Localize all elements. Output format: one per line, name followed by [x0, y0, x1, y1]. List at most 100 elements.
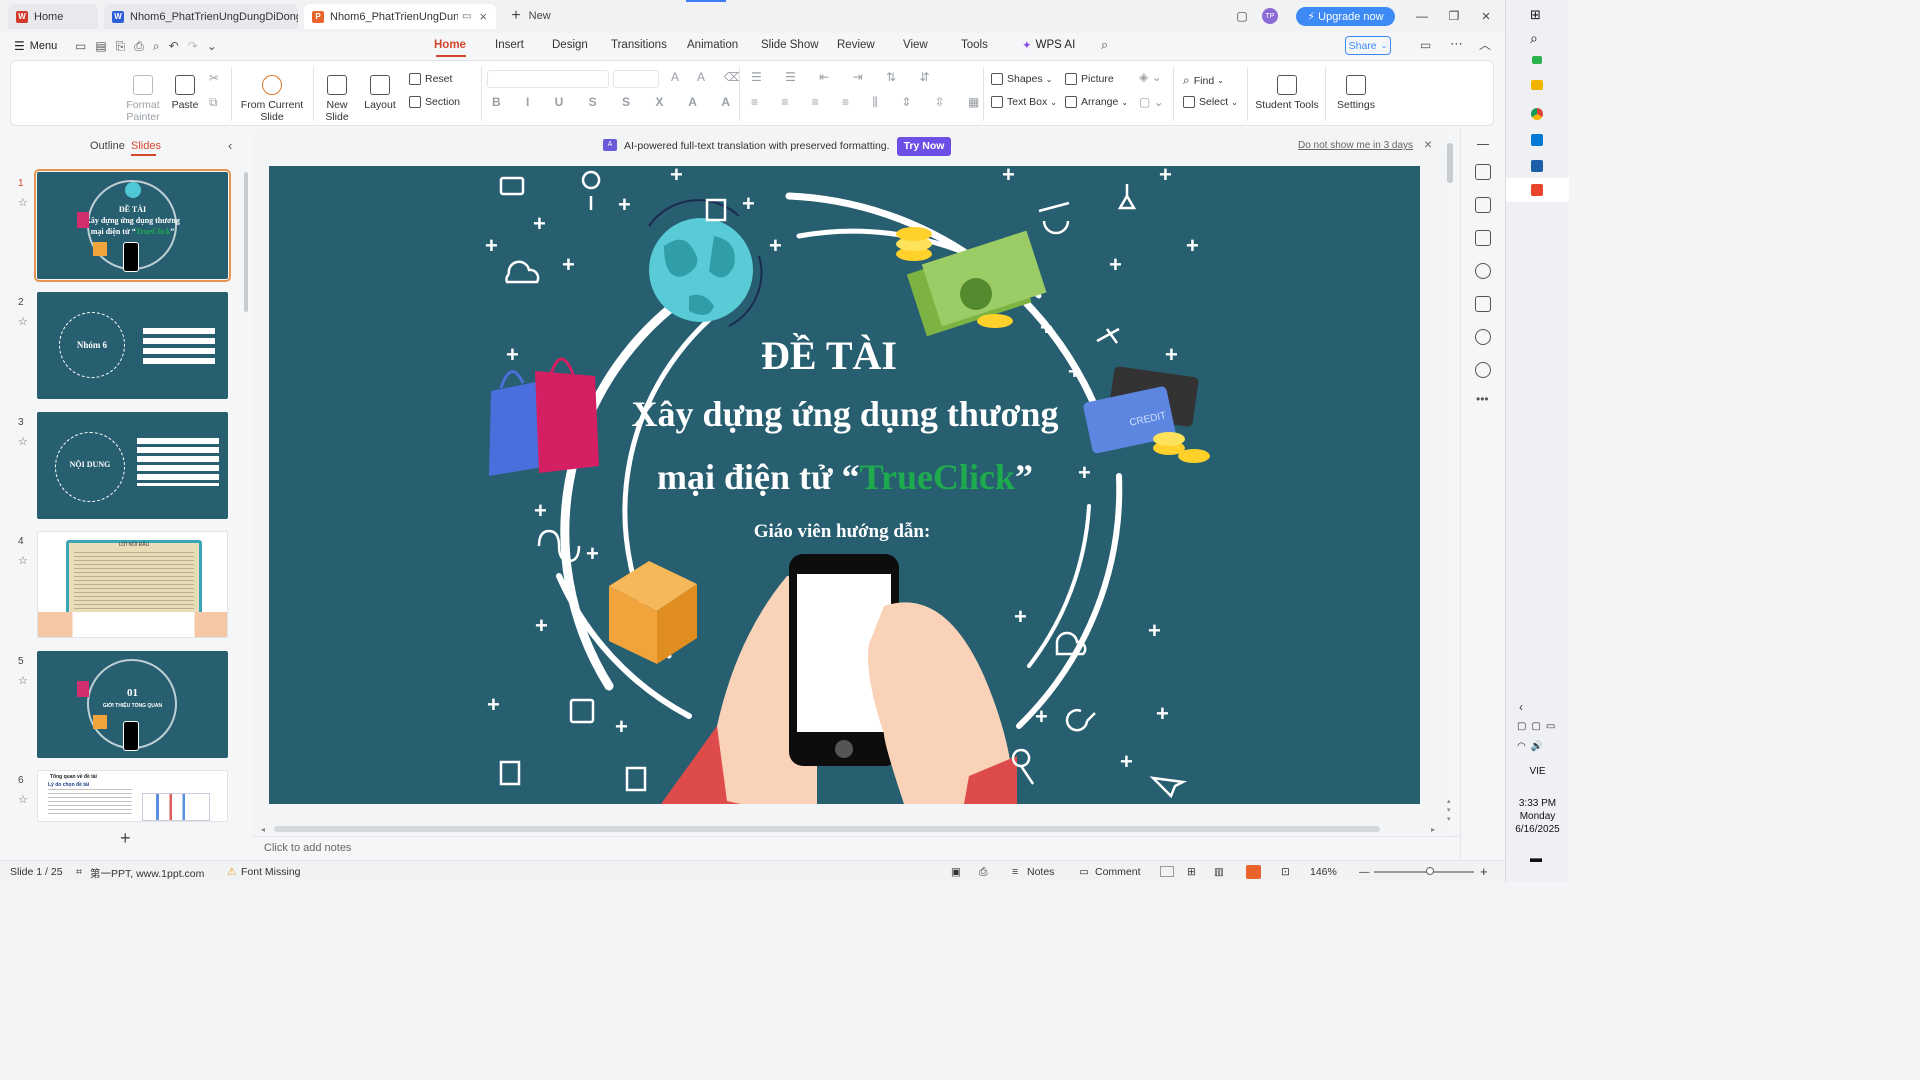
slide-subtitle-line1[interactable]: Xây dựng ứng dụng thương	[569, 392, 1121, 436]
star-icon[interactable]: ☆	[18, 554, 28, 567]
collapse-sidebar-icon[interactable]	[1477, 144, 1489, 145]
star-icon[interactable]: ☆	[18, 793, 28, 806]
reading-view-icon[interactable]: ▥	[1214, 866, 1224, 878]
tab-view[interactable]: View	[903, 39, 928, 51]
tray-icons-top[interactable]: ▢▢▭	[1517, 721, 1560, 732]
redo-icon[interactable]: ↷	[188, 39, 207, 53]
theme-name[interactable]: 第一PPT, www.1ppt.com	[90, 866, 204, 881]
app-icon-green[interactable]	[1532, 56, 1542, 64]
print-icon[interactable]: ⎙	[134, 39, 153, 53]
normal-view-icon[interactable]	[1160, 866, 1174, 877]
panel-scrollbar[interactable]	[244, 172, 248, 312]
format-painter-button[interactable]: Format Painter	[123, 75, 163, 123]
paste-button[interactable]: Paste	[167, 75, 203, 111]
undo-icon[interactable]: ↶	[169, 39, 188, 53]
tab-review[interactable]: Review	[837, 39, 875, 51]
fit-icon[interactable]: ▣	[951, 866, 961, 878]
try-now-button[interactable]: Try Now	[897, 137, 951, 156]
slide-thumbnail-2[interactable]: Nhóm 6	[37, 292, 228, 399]
collapse-ribbon-icon[interactable]: ︿	[1479, 36, 1491, 53]
font-missing-button[interactable]: Font Missing	[241, 866, 301, 878]
tab-tools[interactable]: Tools	[961, 39, 988, 51]
quick-access-toolbar[interactable]: ▭▤⎘⎙⌕↶↷⌄	[75, 39, 226, 54]
zoom-slider-thumb[interactable]	[1426, 867, 1434, 875]
favorites-star-icon[interactable]	[1475, 263, 1491, 279]
tab-animation[interactable]: Animation	[687, 39, 738, 51]
current-slide[interactable]: CREDIT + + + + + + + + + + + + + + + + +…	[269, 166, 1420, 804]
collapse-panel-icon[interactable]: ‹	[228, 138, 232, 153]
star-icon[interactable]: ☆	[18, 196, 28, 209]
adjust-icon[interactable]	[1475, 296, 1491, 312]
font-style-controls[interactable]: B I U S S X A A	[492, 95, 741, 109]
zoom-in-icon[interactable]: +	[1480, 864, 1488, 879]
arrange-button[interactable]: Arrange ⌄	[1065, 96, 1128, 108]
new-tab-button[interactable]: + New	[506, 6, 556, 26]
slide-thumbnail-4[interactable]: LỜI NÓI ĐẦU	[37, 531, 228, 638]
star-icon[interactable]: ☆	[18, 435, 28, 448]
scroll-left-icon[interactable]: ◂	[261, 825, 265, 834]
slide-thumbnail-5[interactable]: 01 GIỚI THIỆU TỔNG QUAN	[37, 651, 228, 758]
search-icon[interactable]: ⌕	[1530, 30, 1538, 47]
add-slide-button[interactable]: +	[120, 828, 131, 849]
tab-home[interactable]: Home	[434, 39, 466, 51]
zoom-out-icon[interactable]: —	[1359, 866, 1370, 878]
export-icon[interactable]: ⎘	[116, 39, 135, 53]
restore-button[interactable]: ❐	[1447, 6, 1461, 26]
chevron-left-icon[interactable]: ‹	[1519, 700, 1523, 714]
new-slide-button[interactable]: New Slide	[321, 75, 353, 123]
horizontal-scrollbar[interactable]	[274, 826, 1380, 832]
slide-thumbnail-1[interactable]: ĐỀ TÀI Xây dựng ứng dụng thương mại điện…	[34, 169, 231, 282]
windows-start-icon[interactable]: ⊞	[1530, 7, 1541, 23]
share-button[interactable]: Share ⌄	[1345, 36, 1391, 55]
slide-title[interactable]: ĐỀ TÀI	[569, 334, 1089, 378]
network-volume-icons[interactable]: ◠🔊	[1517, 741, 1548, 752]
file-explorer-icon[interactable]	[1531, 80, 1543, 90]
slide-thumbnail-6[interactable]: Tổng quan về đề tài Lý do chọn đề tài	[37, 770, 228, 822]
more-icon[interactable]: •••	[1476, 392, 1489, 406]
shapes-button[interactable]: Shapes ⌄	[991, 73, 1052, 85]
wps-taskbar-icon[interactable]	[1531, 184, 1543, 196]
monitor-icon[interactable]: ▭	[462, 11, 471, 22]
close-tab-icon[interactable]: ×	[479, 9, 487, 24]
fill-color-icon[interactable]: ◈ ⌄	[1139, 70, 1162, 84]
upgrade-button[interactable]: ⚡ Upgrade now	[1296, 7, 1395, 26]
star-icon[interactable]: ☆	[18, 315, 28, 328]
help-icon[interactable]	[1475, 362, 1491, 378]
comment-panel-icon[interactable]: ▭	[1420, 38, 1431, 52]
select-button[interactable]: Select ⌄	[1183, 96, 1238, 108]
close-window-button[interactable]: ×	[1479, 6, 1493, 26]
history-icon[interactable]	[1475, 329, 1491, 345]
open-icon[interactable]: ▭	[75, 39, 95, 53]
magic-tools-icon[interactable]	[1475, 164, 1491, 180]
avatar[interactable]: TP	[1262, 8, 1278, 24]
find-button[interactable]: ⌕ Find ⌄	[1183, 73, 1224, 88]
layout-button[interactable]: Layout	[360, 75, 400, 111]
search-icon[interactable]: ⌕	[1101, 37, 1108, 53]
minimize-button[interactable]: —	[1415, 6, 1429, 26]
outline-color-icon[interactable]: ▢ ⌄	[1139, 95, 1164, 109]
star-icon[interactable]: ☆	[18, 674, 28, 687]
save-icon[interactable]: ▤	[95, 39, 115, 53]
teacher-label[interactable]: Giáo viên hướng dẫn:	[669, 521, 1015, 543]
clock[interactable]: 3:33 PM Monday 6/16/2025	[1506, 797, 1569, 836]
design-icon[interactable]	[1475, 197, 1491, 213]
from-current-slide-button[interactable]: From Current Slide	[239, 75, 305, 123]
paragraph-controls-bottom[interactable]: ≡ ≡ ≡ ≡ ⫼ ⇕ ⇳ ▦	[751, 95, 989, 110]
cut-icon[interactable]: ✂	[209, 71, 219, 85]
language-indicator[interactable]: VIE	[1506, 766, 1569, 777]
slide-thumbnail-3[interactable]: NỘI DUNG	[37, 412, 228, 519]
notes-button[interactable]: Notes	[1027, 866, 1054, 878]
slides-library-icon[interactable]	[1475, 230, 1491, 246]
notes-area[interactable]: Click to add notes	[253, 836, 1460, 860]
picture-button[interactable]: Picture	[1065, 73, 1114, 85]
scroll-right-icon[interactable]: ▸	[1431, 825, 1435, 834]
close-banner-icon[interactable]: ×	[1424, 136, 1432, 152]
settings-button[interactable]: Settings	[1333, 75, 1379, 111]
tablet-mode-icon[interactable]: ▢	[1234, 6, 1250, 26]
zoom-slider[interactable]	[1374, 871, 1474, 873]
outlook-icon[interactable]	[1531, 134, 1543, 146]
tab-outline[interactable]: Outline	[90, 140, 125, 152]
scroll-arrows[interactable]: ▴ ▾ ▾	[1447, 797, 1451, 824]
dismiss-banner-link[interactable]: Do not show me in 3 days	[1298, 140, 1413, 151]
wps-ai-button[interactable]: ✦ WPS AI	[1022, 38, 1075, 52]
